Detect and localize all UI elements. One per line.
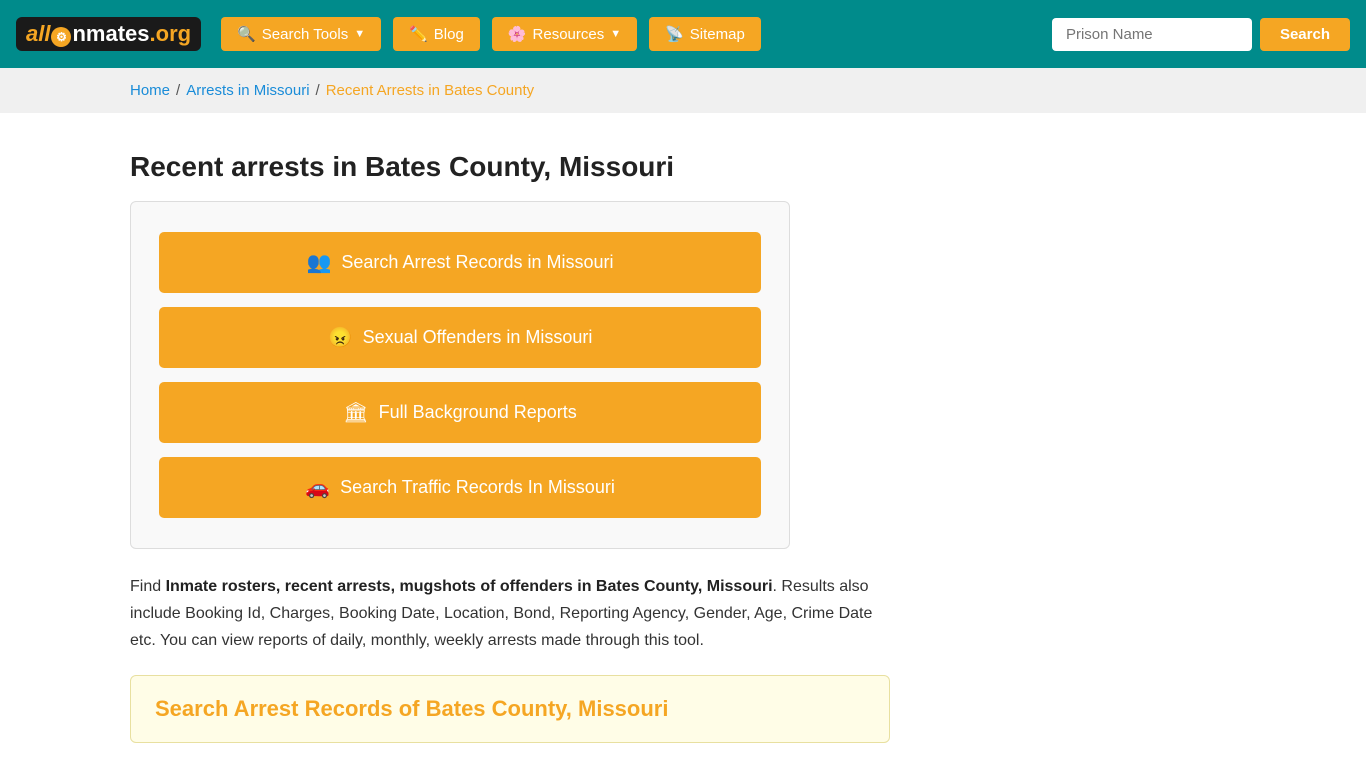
blog-button[interactable]: ✏️ Blog <box>393 17 480 51</box>
blog-label: Blog <box>434 26 464 43</box>
traffic-records-icon: 🚗 <box>305 475 330 500</box>
sexual-offenders-button[interactable]: 😠 Sexual Offenders in Missouri <box>159 307 761 368</box>
breadcrumb-sep-1: / <box>176 82 180 99</box>
sexual-offenders-icon: 😠 <box>328 325 353 350</box>
breadcrumb-arrests-link[interactable]: Arrests in Missouri <box>186 82 309 99</box>
header-search-button[interactable]: Search <box>1260 18 1350 51</box>
dropdown-arrow-icon: ▼ <box>354 28 365 40</box>
breadcrumb: Home / Arrests in Missouri / Recent Arre… <box>130 82 1236 99</box>
resources-label: Resources <box>533 26 605 43</box>
background-reports-label: Full Background Reports <box>379 402 577 423</box>
sitemap-button[interactable]: 📡 Sitemap <box>649 17 761 51</box>
description-bold: Inmate rosters, recent arrests, mugshots… <box>166 578 773 595</box>
arrest-records-button[interactable]: 👥 Search Arrest Records in Missouri <box>159 232 761 293</box>
blog-icon: ✏️ <box>409 25 428 43</box>
search-tools-icon: 🔍 <box>237 25 256 43</box>
search-records-section: Search Arrest Records of Bates County, M… <box>130 675 890 743</box>
background-reports-button[interactable]: 🏛 Full Background Reports <box>159 382 761 443</box>
site-logo[interactable]: all⚙nmates.org <box>16 17 201 51</box>
search-records-title: Search Arrest Records of Bates County, M… <box>155 696 865 722</box>
sitemap-label: Sitemap <box>690 26 745 43</box>
sitemap-icon: 📡 <box>665 25 684 43</box>
search-tools-button[interactable]: 🔍 Search Tools ▼ <box>221 17 381 51</box>
page-title: Recent arrests in Bates County, Missouri <box>130 151 1236 183</box>
arrest-records-label: Search Arrest Records in Missouri <box>341 252 613 273</box>
description-text: Find Inmate rosters, recent arrests, mug… <box>130 573 890 655</box>
breadcrumb-sep-2: / <box>316 82 320 99</box>
traffic-records-button[interactable]: 🚗 Search Traffic Records In Missouri <box>159 457 761 518</box>
search-button-label: Search <box>1280 26 1330 43</box>
resources-button[interactable]: 🌸 Resources ▼ <box>492 17 637 51</box>
header-search-area: Search <box>1052 18 1350 51</box>
breadcrumb-section: Home / Arrests in Missouri / Recent Arre… <box>0 68 1366 113</box>
prison-name-input[interactable] <box>1052 18 1252 51</box>
background-reports-icon: 🏛 <box>343 400 368 425</box>
traffic-records-label: Search Traffic Records In Missouri <box>340 477 615 498</box>
sexual-offenders-label: Sexual Offenders in Missouri <box>363 327 593 348</box>
resources-icon: 🌸 <box>508 25 527 43</box>
breadcrumb-home-link[interactable]: Home <box>130 82 170 99</box>
action-buttons-card: 👥 Search Arrest Records in Missouri 😠 Se… <box>130 201 790 549</box>
site-header: all⚙nmates.org 🔍 Search Tools ▼ ✏️ Blog … <box>0 0 1366 68</box>
description-prefix: Find <box>130 578 166 595</box>
arrest-records-icon: 👥 <box>307 250 332 275</box>
search-tools-label: Search Tools <box>262 26 348 43</box>
breadcrumb-current: Recent Arrests in Bates County <box>326 82 534 99</box>
main-content: Recent arrests in Bates County, Missouri… <box>0 113 1366 783</box>
resources-dropdown-arrow-icon: ▼ <box>610 28 621 40</box>
